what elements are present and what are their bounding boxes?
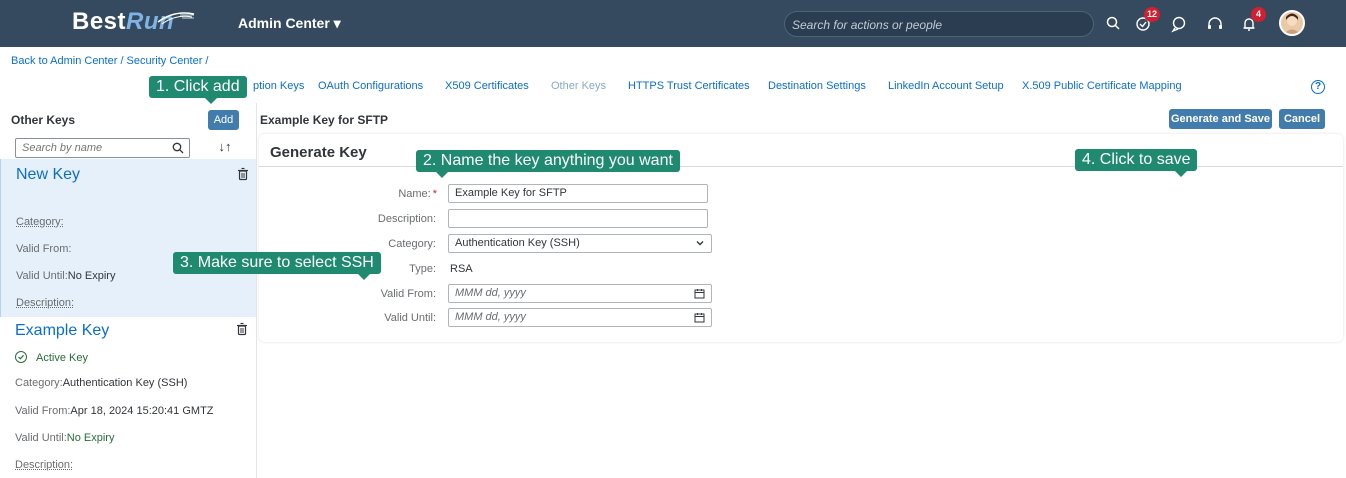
type-value: RSA bbox=[450, 263, 473, 275]
valid-from-label: Valid From: bbox=[380, 288, 436, 300]
search-icon[interactable] bbox=[1103, 13, 1125, 35]
feedback-icon[interactable] bbox=[1168, 13, 1190, 35]
list-item-new-key[interactable]: New Key Category: Valid From: Valid Unti… bbox=[0, 159, 256, 317]
example-key-valid-from: Valid From:Apr 18, 2024 15:20:41 GMTZ bbox=[15, 405, 214, 417]
required-marker: * bbox=[432, 188, 437, 200]
list-item-example-key[interactable]: Example Key bbox=[15, 322, 109, 340]
valid-from-date-input[interactable]: MMM dd, yyyy bbox=[448, 284, 712, 303]
example-key-category: Category:Authentication Key (SSH) bbox=[15, 377, 187, 389]
new-key-description: Description: bbox=[16, 297, 75, 309]
name-label-text: Name: bbox=[398, 188, 431, 200]
key-list-title: Other Keys bbox=[11, 113, 76, 127]
category-selected-value: Authentication Key (SSH) bbox=[455, 237, 580, 249]
valid-until-label: Valid Until: bbox=[384, 312, 436, 324]
category-value: Authentication Key (SSH) bbox=[62, 377, 188, 389]
category-select[interactable]: Authentication Key (SSH) bbox=[448, 234, 712, 253]
user-avatar[interactable] bbox=[1279, 10, 1305, 36]
tab-oauth-configurations[interactable]: OAuth Configurations bbox=[318, 80, 423, 92]
valid-until-date-input[interactable]: MMM dd, yyyy bbox=[448, 308, 712, 327]
valid-until-label: Valid Until: bbox=[16, 270, 68, 282]
key-list-panel: Other Keys Add ↓↑ New Key Category: Vali… bbox=[0, 103, 257, 478]
valid-until-label: Valid Until: bbox=[15, 432, 67, 444]
generate-and-save-button[interactable]: Generate and Save bbox=[1169, 109, 1272, 129]
tab-destination-settings[interactable]: Destination Settings bbox=[768, 80, 866, 92]
sort-button[interactable]: ↓↑ bbox=[212, 139, 238, 157]
notification-badge: 4 bbox=[1251, 7, 1266, 22]
check-circle-icon bbox=[15, 351, 27, 363]
example-key-description: Description: bbox=[15, 459, 74, 471]
annotation-step-1: 1. Click add bbox=[149, 76, 247, 104]
help-icon[interactable]: ? bbox=[1311, 80, 1325, 94]
valid-from-placeholder: MMM dd, yyyy bbox=[455, 287, 526, 299]
tab-x509-public-certificate-mapping[interactable]: X.509 Public Certificate Mapping bbox=[1022, 80, 1182, 92]
card-title: Generate Key bbox=[270, 144, 367, 161]
valid-until-value: No Expiry bbox=[67, 270, 116, 282]
breadcrumb[interactable]: Back to Admin Center / Security Center / bbox=[11, 55, 208, 67]
tab-encryption-keys[interactable]: ption Keys bbox=[253, 80, 304, 92]
logo-swoosh-icon bbox=[157, 12, 195, 25]
name-field[interactable]: Example Key for SFTP bbox=[448, 184, 708, 203]
valid-until-value: No Expiry bbox=[66, 432, 115, 444]
tab-x509-certificates[interactable]: X509 Certificates bbox=[445, 80, 529, 92]
description-label: Description: bbox=[377, 213, 436, 225]
tab-linkedin-account-setup[interactable]: LinkedIn Account Setup bbox=[888, 80, 1004, 92]
user-photo-icon bbox=[1281, 12, 1303, 34]
annotation-step-2: 2. Name the key anything you want bbox=[416, 150, 680, 178]
calendar-icon[interactable] bbox=[694, 288, 705, 299]
tab-other-keys[interactable]: Other Keys bbox=[551, 80, 606, 92]
annotation-step-4: 4. Click to save bbox=[1075, 149, 1198, 177]
todo-badge: 12 bbox=[1143, 7, 1160, 22]
category-label: Category: bbox=[15, 377, 63, 389]
new-key-valid-until: Valid Until:No Expiry bbox=[16, 270, 115, 282]
name-label: Name: * bbox=[257, 188, 437, 200]
annotation-step-3: 3. Make sure to select SSH bbox=[173, 252, 381, 280]
status-text: Active Key bbox=[36, 352, 88, 364]
global-search-input[interactable]: Search for actions or people bbox=[784, 11, 1094, 37]
trash-icon[interactable] bbox=[236, 167, 250, 181]
list-item-title[interactable]: New Key bbox=[16, 166, 80, 184]
calendar-icon[interactable] bbox=[694, 312, 705, 323]
shell-bar: BestRun Admin Center ▾ Search for action… bbox=[0, 0, 1346, 47]
status-badge: Active Key bbox=[15, 351, 88, 364]
add-key-button[interactable]: Add bbox=[208, 110, 239, 130]
valid-until-placeholder: MMM dd, yyyy bbox=[455, 311, 526, 323]
chevron-down-icon bbox=[696, 241, 704, 246]
category-label: Category: bbox=[16, 216, 64, 228]
todo-button[interactable]: 12 bbox=[1132, 7, 1160, 35]
search-icon[interactable] bbox=[172, 142, 184, 154]
description-field[interactable] bbox=[448, 209, 708, 228]
key-search-field[interactable] bbox=[15, 138, 190, 158]
trash-icon[interactable] bbox=[235, 322, 249, 336]
valid-from-label: Valid From: bbox=[15, 405, 71, 417]
valid-from-label: Valid From: bbox=[16, 243, 72, 255]
page-title: Example Key for SFTP bbox=[260, 113, 389, 127]
logo-prefix: Best bbox=[72, 8, 127, 35]
headset-icon[interactable] bbox=[1204, 13, 1226, 35]
notifications-button[interactable]: 4 bbox=[1238, 7, 1266, 35]
new-key-valid-from: Valid From: bbox=[16, 243, 71, 255]
cancel-button[interactable]: Cancel bbox=[1279, 109, 1325, 129]
admin-center-menu[interactable]: Admin Center ▾ bbox=[238, 15, 341, 32]
example-key-valid-until: Valid Until:No Expiry bbox=[15, 432, 114, 444]
new-key-category: Category: bbox=[16, 216, 64, 228]
tab-https-trust-certificates[interactable]: HTTPS Trust Certificates bbox=[628, 80, 750, 92]
global-search-placeholder: Search for actions or people bbox=[792, 18, 943, 32]
key-search-input[interactable] bbox=[16, 139, 166, 157]
category-label: Category: bbox=[388, 238, 436, 250]
valid-from-value: Apr 18, 2024 15:20:41 GMTZ bbox=[70, 405, 214, 417]
